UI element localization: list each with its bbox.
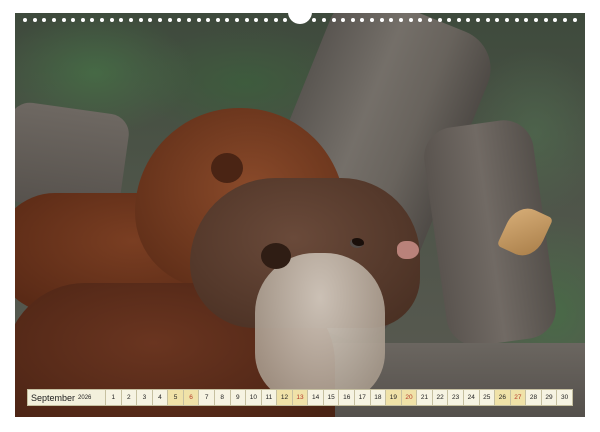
- binding-hole: [23, 18, 27, 22]
- binding-hole: [398, 18, 403, 22]
- binding-hole: [495, 18, 500, 22]
- day-cell: 2: [121, 390, 138, 405]
- binding-hole: [186, 18, 191, 22]
- binding-hole: [206, 18, 211, 22]
- day-cell: 13: [292, 390, 309, 405]
- day-cell: 14: [308, 390, 324, 405]
- year: 2026: [78, 394, 92, 401]
- binding-hole: [244, 18, 249, 22]
- front-otter-ear: [261, 243, 291, 269]
- day-cell: 23: [448, 390, 464, 405]
- binding-hole: [350, 18, 355, 22]
- binding-hole: [466, 18, 471, 22]
- binding-hole: [32, 18, 37, 22]
- day-cell: 21: [417, 390, 433, 405]
- binding-hole: [90, 18, 95, 22]
- binding-hole: [167, 18, 172, 22]
- binding-hole: [235, 18, 240, 22]
- binding-hole: [379, 18, 384, 22]
- binding-hole: [312, 18, 317, 22]
- binding-hole: [51, 18, 56, 22]
- day-cell: 11: [261, 390, 278, 405]
- binding-hole: [418, 18, 423, 22]
- binding-hole: [157, 18, 162, 22]
- day-cell: 16: [339, 390, 355, 405]
- binding-hole: [572, 18, 577, 22]
- binding-hole: [225, 18, 230, 22]
- calendar-strip: September 2026 1 2 3 4 5 6 7 8 9 10 11 12 13 14 15 16 17…: [27, 389, 573, 406]
- day-cell: 18: [370, 390, 387, 405]
- binding-hole: [42, 18, 47, 22]
- day-cell: 17: [355, 390, 371, 405]
- back-otter-ear: [211, 153, 243, 183]
- binding-hole: [109, 18, 114, 22]
- day-cell: 28: [526, 390, 542, 405]
- day-cell: 6: [183, 390, 200, 405]
- binding-hole: [80, 18, 85, 22]
- binding-hole: [427, 18, 432, 22]
- day-cell: 9: [230, 390, 247, 405]
- day-cell: 8: [214, 390, 231, 405]
- day-cell: 12: [277, 390, 293, 405]
- binding-hole: [100, 18, 105, 22]
- binding-hole: [273, 18, 278, 22]
- binding-hole: [562, 18, 567, 22]
- day-cell: 7: [199, 390, 215, 405]
- binding-hole: [389, 18, 394, 22]
- day-cell: 29: [541, 390, 558, 405]
- binding-hole: [476, 18, 481, 22]
- day-cell: 24: [463, 390, 480, 405]
- day-cell: 20: [401, 390, 418, 405]
- front-otter-chin: [255, 253, 385, 403]
- day-cell: 4: [152, 390, 169, 405]
- binding-hole: [331, 18, 336, 22]
- otter-nose: [397, 241, 419, 259]
- binding-hole: [129, 18, 134, 22]
- day-cell: 5: [168, 390, 184, 405]
- binding-hole: [119, 18, 124, 22]
- day-cell: 3: [137, 390, 153, 405]
- day-cell: 22: [432, 390, 449, 405]
- binding-hole: [264, 18, 269, 22]
- binding-hole: [437, 18, 442, 22]
- month-label: September 2026: [28, 390, 106, 405]
- binding-hole: [543, 18, 548, 22]
- day-cell: 25: [479, 390, 496, 405]
- month-name: September: [31, 392, 76, 403]
- binding-hole: [148, 18, 153, 22]
- binding-hole: [408, 18, 413, 22]
- binding-hole: [177, 18, 182, 22]
- calendar-page: September 2026 1 2 3 4 5 6 7 8 9 10 11 12 13 14 15 16 17…: [0, 0, 600, 432]
- otter-eye: [350, 238, 364, 248]
- binding-hole: [505, 18, 510, 22]
- binding-hole: [321, 18, 326, 22]
- day-cell: 26: [495, 390, 511, 405]
- day-cell: 30: [557, 390, 572, 405]
- binding-hole: [215, 18, 220, 22]
- binding-hole: [138, 18, 143, 22]
- binding-hole: [456, 18, 461, 22]
- day-cell: 10: [246, 390, 262, 405]
- binding-hole: [71, 18, 76, 22]
- binding-hole: [254, 18, 259, 22]
- day-cell: 19: [386, 390, 402, 405]
- day-cell: 1: [106, 390, 122, 405]
- otter-photo: [15, 13, 585, 417]
- binding-hole: [447, 18, 452, 22]
- binding-hole: [283, 18, 288, 22]
- binding-hole: [196, 18, 201, 22]
- day-cell: 15: [323, 390, 340, 405]
- binding-hole: [485, 18, 490, 22]
- binding-hole: [533, 18, 538, 22]
- binding-hole: [524, 18, 529, 22]
- binding-hole: [553, 18, 558, 22]
- binding-hole: [370, 18, 375, 22]
- binding-hole: [341, 18, 346, 22]
- binding-hole: [61, 18, 66, 22]
- day-cell: 27: [510, 390, 527, 405]
- binding-hole: [514, 18, 519, 22]
- binding-hole: [360, 18, 365, 22]
